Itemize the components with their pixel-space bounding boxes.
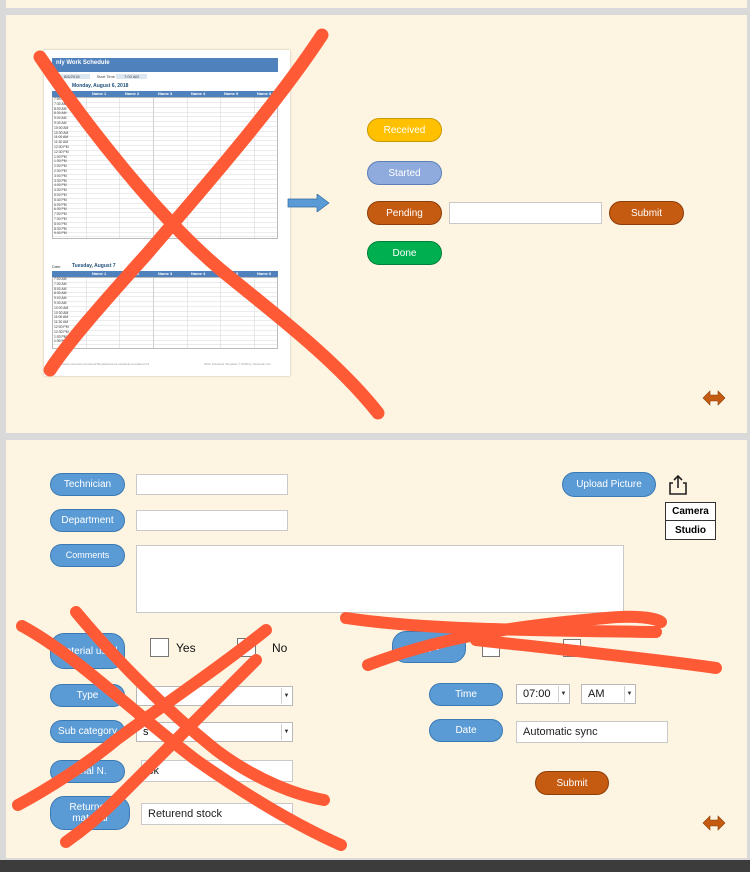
done-button[interactable]: Done: [367, 241, 442, 265]
comments-label: Comments: [50, 544, 125, 567]
schedule-time-cell: 1:30 PM: [54, 339, 67, 344]
resize-horizontal-icon[interactable]: [702, 815, 726, 831]
schedule-time-cell: 7:30 AM: [54, 101, 67, 106]
serial-number-label: Serial N.: [50, 760, 125, 783]
upload-picture-button[interactable]: Upload Picture: [562, 472, 656, 497]
material-no-label: No: [272, 641, 288, 655]
schedule-title: nly Work Schedule: [56, 60, 110, 66]
department-input[interactable]: [136, 510, 288, 531]
schedule-time-cell: 10:00 AM: [54, 125, 69, 130]
arrow-right-icon: [287, 194, 330, 212]
returned-material-input[interactable]: Returend stock: [141, 803, 293, 825]
upload-menu-camera[interactable]: Camera: [666, 503, 715, 521]
schedule-time-cell: 9:00 PM: [54, 231, 67, 236]
type-select[interactable]: ▼: [136, 686, 293, 706]
right-yes-checkbox[interactable]: [482, 639, 500, 657]
chevron-down-icon: ▼: [281, 724, 291, 740]
date-input[interactable]: Automatic sync: [516, 721, 668, 743]
schedule-grid-2: [52, 277, 278, 349]
technician-label: Technician: [50, 473, 125, 496]
status-panel: nly Work Schedule 8/6/2018 Start Time 7:…: [6, 15, 747, 433]
form-submit-button[interactable]: Submit: [535, 771, 609, 795]
pending-input[interactable]: [449, 202, 602, 224]
received-button[interactable]: Received: [367, 118, 442, 142]
share-upload-icon[interactable]: [667, 474, 689, 496]
schedule-title-band: nly Work Schedule: [52, 58, 278, 72]
schedule-time-cell: 12:30 PM: [54, 329, 69, 334]
technician-input[interactable]: [136, 474, 288, 495]
comments-textarea[interactable]: [136, 545, 624, 613]
material-used-label: Material used: [50, 633, 125, 669]
sub-category-label: Sub category: [50, 720, 125, 743]
schedule-times-1: 7:00 AM 7:30 AM 8:00 AM 8:30 AM 9:00 AM 9:30 …: [54, 97, 69, 236]
schedule-time-cell: 12:30 PM: [54, 149, 69, 154]
schedule-time-cell: 10:00 AM: [54, 305, 69, 310]
type-label: Type: [50, 684, 125, 707]
time-label: Time: [429, 683, 503, 706]
chevron-down-icon: ▼: [281, 688, 291, 704]
time-hour-select[interactable]: 07:00 ▼: [516, 684, 570, 704]
bottom-bar: [0, 860, 750, 872]
schedule-day1: Monday, August 6, 2018: [72, 83, 129, 89]
schedule-time-cell: 3:00 PM: [54, 173, 67, 178]
form-panel: Technician Department Comments Upload Pi…: [6, 440, 747, 858]
sub-category-select[interactable]: s ▼: [136, 722, 293, 742]
schedule-time-cell: 5:30 PM: [54, 197, 67, 202]
chevron-down-icon: ▼: [558, 686, 568, 702]
material-no-checkbox[interactable]: [237, 638, 256, 657]
schedule-time-cell: 8:00 PM: [54, 221, 67, 226]
schedule-time-cell: 7:30 AM: [54, 281, 67, 286]
time-ampm-select[interactable]: AM ▼: [581, 684, 636, 704]
schedule-day2: Tuesday, August 7: [72, 263, 116, 269]
date-label: Date: [429, 719, 503, 742]
serial-number-input[interactable]: ck: [141, 760, 293, 782]
upload-menu-studio[interactable]: Studio: [666, 521, 715, 539]
schedule-time-cell: 7:30 PM: [54, 216, 67, 221]
upload-menu: Camera Studio: [665, 502, 716, 540]
resize-horizontal-icon[interactable]: [702, 390, 726, 406]
chevron-down-icon: ▼: [624, 686, 634, 702]
returned-material-label: Returned material: [50, 796, 130, 830]
pending-submit-button[interactable]: Submit: [609, 201, 684, 225]
pending-button[interactable]: Pending: [367, 201, 442, 225]
started-button[interactable]: Started: [367, 161, 442, 185]
material-yes-label: Yes: [176, 641, 196, 655]
right-no-checkbox[interactable]: [563, 639, 581, 657]
material-yes-checkbox[interactable]: [150, 638, 169, 657]
department-label: Department: [50, 509, 125, 532]
schedule-times-2: 7:00 AM 7:30 AM 8:00 AM 8:30 AM 9:00 AM 9:30 …: [54, 277, 69, 344]
right-type-label: Type: [392, 631, 466, 663]
previous-panel-edge: [6, 0, 747, 8]
schedule-thumbnail: nly Work Schedule 8/6/2018 Start Time 7:…: [44, 50, 290, 376]
schedule-grid-1: [52, 97, 278, 239]
